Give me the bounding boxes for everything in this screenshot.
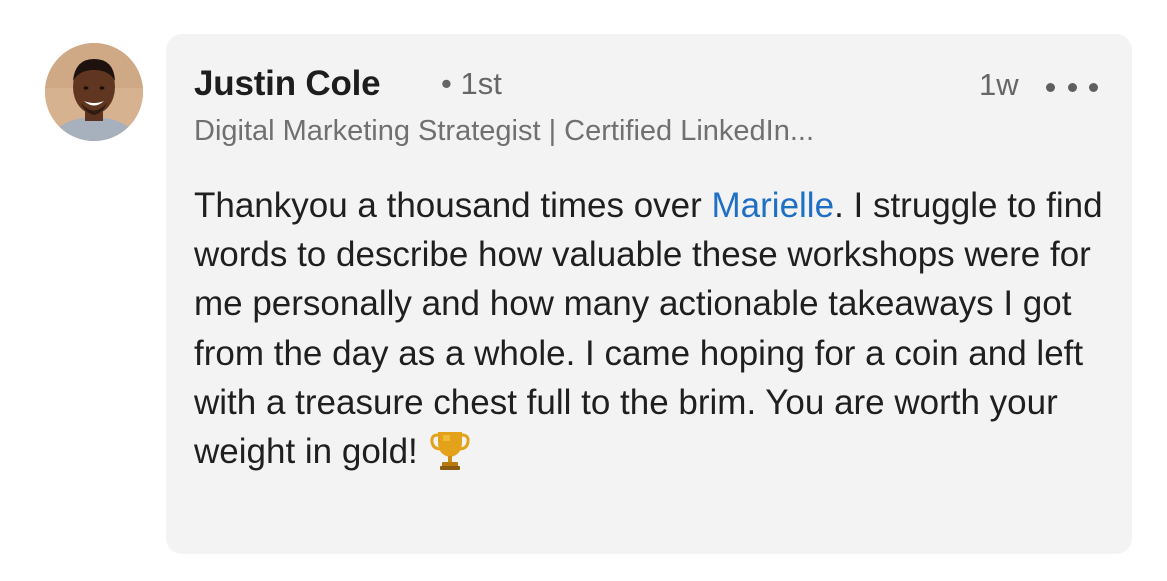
comment-text-after-mention: . I struggle to find words to describe h… bbox=[194, 186, 1103, 472]
comment-text: Thankyou a thousand times over Marielle.… bbox=[194, 181, 1116, 484]
dot-icon bbox=[1046, 82, 1055, 92]
trophy-icon bbox=[428, 427, 472, 484]
dot-icon bbox=[1067, 82, 1077, 92]
dot-icon bbox=[1089, 82, 1098, 92]
author-name[interactable]: Justin Cole bbox=[194, 64, 381, 104]
more-options-button[interactable] bbox=[1046, 72, 1098, 102]
author-headline[interactable]: Digital Marketing Strategist | Certified… bbox=[194, 115, 814, 148]
connection-degree: • 1st bbox=[441, 66, 502, 101]
avatar[interactable] bbox=[45, 43, 143, 141]
mention-link[interactable]: Marielle bbox=[712, 186, 835, 225]
comment-text-before-mention: Thankyou a thousand times over bbox=[194, 186, 712, 225]
comment-timestamp: 1w bbox=[979, 67, 1019, 102]
profile-photo bbox=[45, 43, 143, 141]
